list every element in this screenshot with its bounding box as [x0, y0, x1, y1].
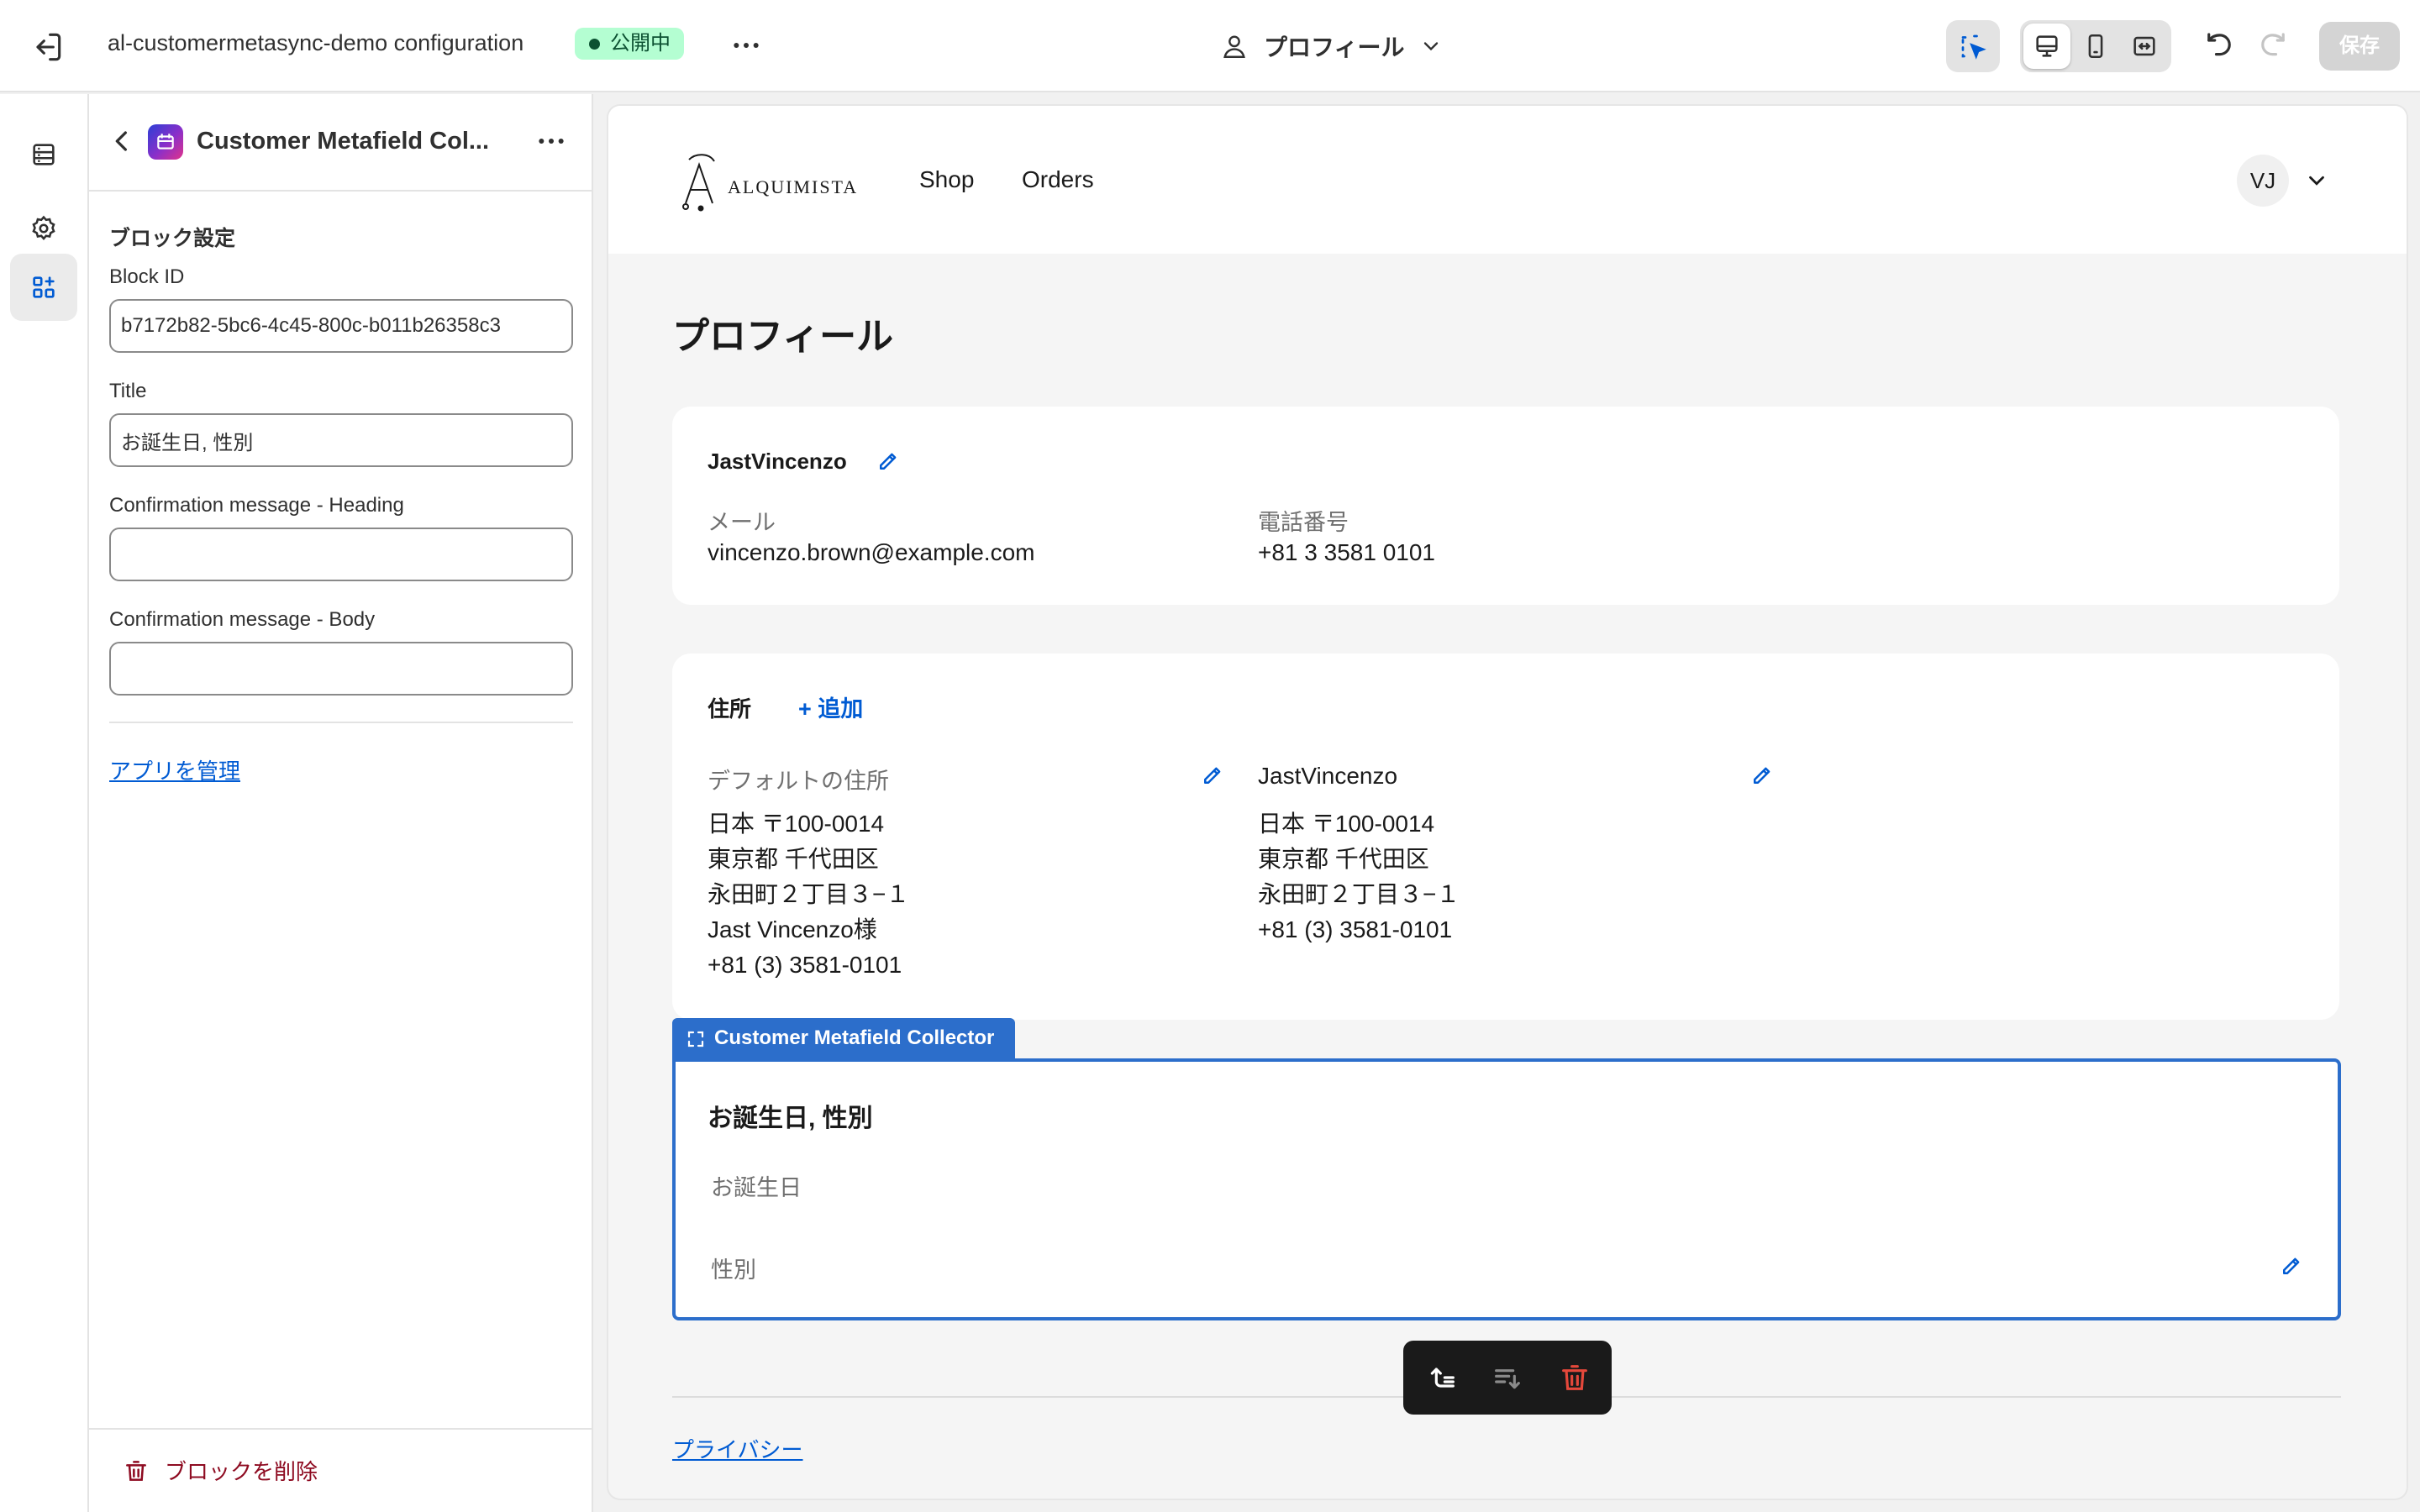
- nav-orders[interactable]: Orders: [1022, 166, 1094, 193]
- redo-icon[interactable]: [2255, 29, 2291, 64]
- address-line: 東京都 千代田区: [708, 846, 879, 872]
- exit-icon[interactable]: [29, 29, 66, 66]
- edit-pencil-icon[interactable]: [876, 449, 901, 474]
- confirm-body-label: Confirmation message - Body: [109, 608, 376, 631]
- block-tag-label: Customer Metafield Collector: [714, 1026, 995, 1049]
- delete-block-button[interactable]: ブロックを削除: [123, 1455, 318, 1486]
- delete-block-label: ブロックを削除: [165, 1459, 318, 1484]
- address-line: +81 (3) 3581-0101: [708, 952, 902, 978]
- privacy-link[interactable]: プライバシー: [672, 1433, 802, 1464]
- email-value: vincenzo.brown@example.com: [708, 539, 1035, 565]
- gear-icon[interactable]: [10, 195, 77, 262]
- inspector-button[interactable]: [1946, 20, 2000, 72]
- second-address-name: JastVincenzo: [1258, 763, 1398, 789]
- add-address-button[interactable]: + 追加: [798, 690, 863, 723]
- block-settings-panel: Customer Metafield Col... ブロック設定 Block I…: [89, 94, 593, 1512]
- page-selector[interactable]: プロフィール: [1220, 25, 1443, 67]
- gender-field-label: 性別: [711, 1257, 756, 1283]
- back-icon[interactable]: [106, 124, 139, 158]
- trash-icon: [123, 1457, 150, 1484]
- address-line: 日本 〒100-0014: [708, 811, 885, 837]
- top-bar: al-customermetasync-demo configuration 公…: [0, 0, 2420, 92]
- title-input[interactable]: [109, 413, 573, 467]
- mobile-view-button[interactable]: [2072, 24, 2119, 69]
- default-address-lines: 日本 〒100-0014 東京都 千代田区 永田町２丁目３−１ Jast Vin…: [708, 806, 909, 983]
- theme-title: al-customermetasync-demo configuration: [108, 30, 524, 55]
- customer-name: JastVincenzo: [708, 449, 847, 474]
- section-title: ブロック設定: [109, 227, 236, 250]
- block-frame-icon: [687, 1031, 704, 1047]
- page-selector-label: プロフィール: [1264, 34, 1405, 60]
- desktop-view-button[interactable]: [2023, 24, 2070, 69]
- edit-pencil-icon[interactable]: [1749, 763, 1775, 788]
- phone-value: +81 3 3581 0101: [1258, 539, 1435, 565]
- address-line: 永田町２丁目３−１: [1258, 881, 1460, 907]
- brand-name: ALQUIMISTA: [728, 176, 859, 197]
- more-icon[interactable]: [729, 29, 763, 62]
- avatar[interactable]: VJ: [2237, 155, 2289, 207]
- panel-footer: ブロックを削除: [89, 1428, 593, 1512]
- edit-pencil-icon[interactable]: [2279, 1253, 2304, 1278]
- confirm-heading-input[interactable]: [109, 528, 573, 581]
- store-logo[interactable]: ALQUIMISTA: [677, 151, 862, 213]
- address-line: 永田町２丁目３−１: [708, 881, 910, 907]
- nav-shop[interactable]: Shop: [919, 166, 974, 193]
- sections-icon[interactable]: [10, 121, 77, 188]
- addresses-title: 住所: [708, 696, 752, 722]
- metafield-collector-block[interactable]: お誕生日, 性別 お誕生日 性別: [672, 1058, 2341, 1320]
- app-icon: [148, 124, 183, 160]
- title-label: Title: [109, 380, 147, 402]
- chevron-down-icon: [1419, 34, 1443, 58]
- address-line: Jast Vincenzo様: [708, 916, 877, 942]
- storefront-preview: ALQUIMISTA Shop Orders VJ プロフィール JastVin…: [608, 106, 2407, 1499]
- default-address-label: デフォルトの住所: [708, 769, 889, 794]
- addresses-card: 住所 + 追加 デフォルトの住所 日本 〒100-0014 東京都 千代田区 永…: [672, 654, 2339, 1020]
- confirm-heading-label: Confirmation message - Heading: [109, 494, 404, 517]
- panel-title: Customer Metafield Col...: [197, 128, 490, 155]
- divider: [109, 722, 573, 723]
- block-tag[interactable]: Customer Metafield Collector: [672, 1018, 1015, 1058]
- more-icon[interactable]: [534, 124, 568, 158]
- block-title: お誕生日, 性別: [708, 1105, 873, 1132]
- second-address-lines: 日本 〒100-0014 東京都 千代田区 永田町２丁目３−１ +81 (3) …: [1258, 806, 1460, 948]
- profile-card: JastVincenzo メール vincenzo.brown@example.…: [672, 407, 2339, 605]
- manage-app-link[interactable]: アプリを管理: [109, 754, 240, 785]
- chevron-down-icon[interactable]: [2304, 168, 2329, 193]
- trash-icon[interactable]: [1558, 1361, 1591, 1394]
- save-button[interactable]: 保存: [2319, 22, 2400, 71]
- birthday-field-label: お誕生日: [711, 1175, 802, 1200]
- move-down-icon[interactable]: [1491, 1361, 1524, 1394]
- select-parent-icon[interactable]: [1425, 1361, 1459, 1394]
- address-line: 日本 〒100-0014: [1258, 811, 1435, 837]
- undo-icon[interactable]: [2202, 29, 2237, 64]
- status-badge: 公開中: [575, 28, 684, 60]
- viewport-switcher: [2020, 20, 2171, 72]
- panel-header: Customer Metafield Col...: [89, 94, 593, 192]
- address-line: 東京都 千代田区: [1258, 846, 1429, 872]
- edit-pencil-icon[interactable]: [1200, 763, 1225, 788]
- block-id-label: Block ID: [109, 265, 185, 288]
- block-toolbar: [1403, 1341, 1612, 1415]
- store-header: ALQUIMISTA Shop Orders VJ: [608, 106, 2407, 254]
- person-icon: [1220, 32, 1249, 60]
- email-label: メール: [708, 510, 776, 535]
- page-title: プロフィール: [672, 316, 894, 357]
- confirm-body-input[interactable]: [109, 642, 573, 696]
- left-rail: [0, 94, 89, 1512]
- fullwidth-view-button[interactable]: [2121, 24, 2168, 69]
- apps-icon[interactable]: [10, 254, 77, 321]
- address-line: +81 (3) 3581-0101: [1258, 916, 1453, 942]
- phone-label: 電話番号: [1258, 510, 1349, 535]
- block-id-input[interactable]: [109, 299, 573, 353]
